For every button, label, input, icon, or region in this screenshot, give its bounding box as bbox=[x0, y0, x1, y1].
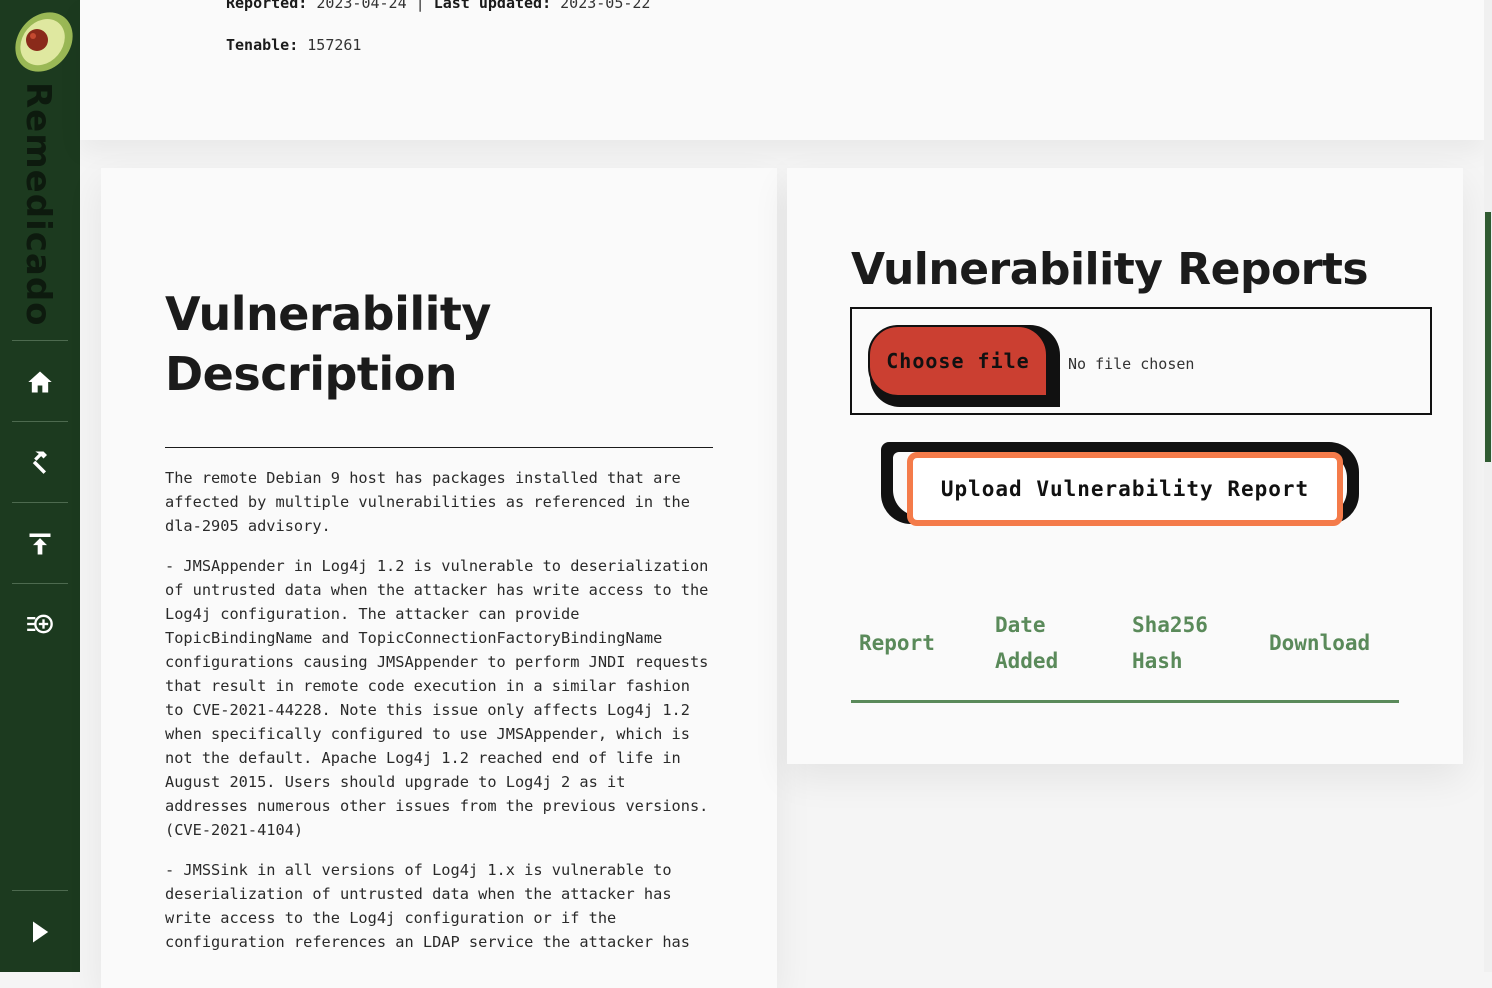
tenable-id: 157261 bbox=[307, 36, 362, 54]
description-paragraph: - JMSAppender in Log4j 1.2 is vulnerable… bbox=[165, 557, 709, 839]
upload-icon[interactable] bbox=[22, 526, 58, 562]
brand-name: Remedicado bbox=[18, 82, 58, 327]
choose-file-button[interactable]: Choose file bbox=[868, 325, 1048, 397]
file-input[interactable]: Choose file No file chosen bbox=[850, 307, 1432, 415]
description-body: The remote Debian 9 host has packages in… bbox=[165, 466, 717, 970]
upload-button-wrapper: Upload Vulnerability Report bbox=[881, 440, 1359, 526]
description-title: Vulnerability Description bbox=[165, 287, 491, 401]
scrollbar-thumb[interactable] bbox=[1485, 212, 1491, 462]
column-header-report[interactable]: Report bbox=[851, 625, 995, 661]
nav-divider bbox=[12, 421, 68, 422]
column-header-download[interactable]: Download bbox=[1269, 625, 1399, 661]
sidebar: Remedicado bbox=[0, 0, 80, 972]
tenable-label: Tenable: bbox=[226, 36, 299, 54]
updated-date: 2023-05-22 bbox=[560, 0, 651, 12]
add-list-icon[interactable] bbox=[22, 606, 58, 642]
main-content: Reported: 2023-04-24 | Last updated: 202… bbox=[80, 0, 1484, 988]
vulnerability-meta-card: Reported: 2023-04-24 | Last updated: 202… bbox=[80, 0, 1484, 140]
table-header-divider bbox=[851, 700, 1399, 703]
reported-label: Reported: bbox=[226, 0, 308, 12]
table-header-row: Report Date Added Sha256 Hash Download bbox=[851, 588, 1399, 698]
title-divider bbox=[165, 447, 713, 448]
description-paragraph: The remote Debian 9 host has packages in… bbox=[165, 469, 690, 535]
reports-title: Vulnerability Reports bbox=[851, 244, 1369, 295]
column-header-sha256[interactable]: Sha256 Hash bbox=[1132, 607, 1269, 679]
hammer-icon[interactable] bbox=[22, 444, 58, 480]
tenable-line: Tenable: 157261 bbox=[226, 36, 361, 54]
avocado-logo-icon[interactable] bbox=[6, 4, 78, 78]
meta-separator: | bbox=[415, 0, 425, 12]
column-header-date-added[interactable]: Date Added bbox=[995, 607, 1132, 679]
nav-divider bbox=[12, 502, 68, 503]
no-file-label: No file chosen bbox=[1068, 355, 1195, 373]
reports-card: Vulnerability Reports Choose file No fil… bbox=[787, 168, 1463, 764]
play-arrow-icon[interactable] bbox=[22, 914, 58, 950]
nav-divider bbox=[12, 583, 68, 584]
scrollbar-track[interactable] bbox=[1484, 0, 1492, 972]
home-icon[interactable] bbox=[22, 364, 58, 400]
upload-report-button[interactable]: Upload Vulnerability Report bbox=[907, 452, 1343, 526]
reported-date: 2023-04-24 bbox=[316, 0, 407, 12]
reported-line: Reported: 2023-04-24 | Last updated: 202… bbox=[226, 0, 650, 12]
updated-label: Last updated: bbox=[433, 0, 552, 12]
description-paragraph: - JMSSink in all versions of Log4j 1.x i… bbox=[165, 861, 690, 951]
reports-table: Report Date Added Sha256 Hash Download bbox=[851, 588, 1399, 703]
nav-divider bbox=[12, 340, 68, 341]
nav-divider bbox=[12, 890, 68, 891]
description-card: Vulnerability Description The remote Deb… bbox=[101, 168, 777, 988]
